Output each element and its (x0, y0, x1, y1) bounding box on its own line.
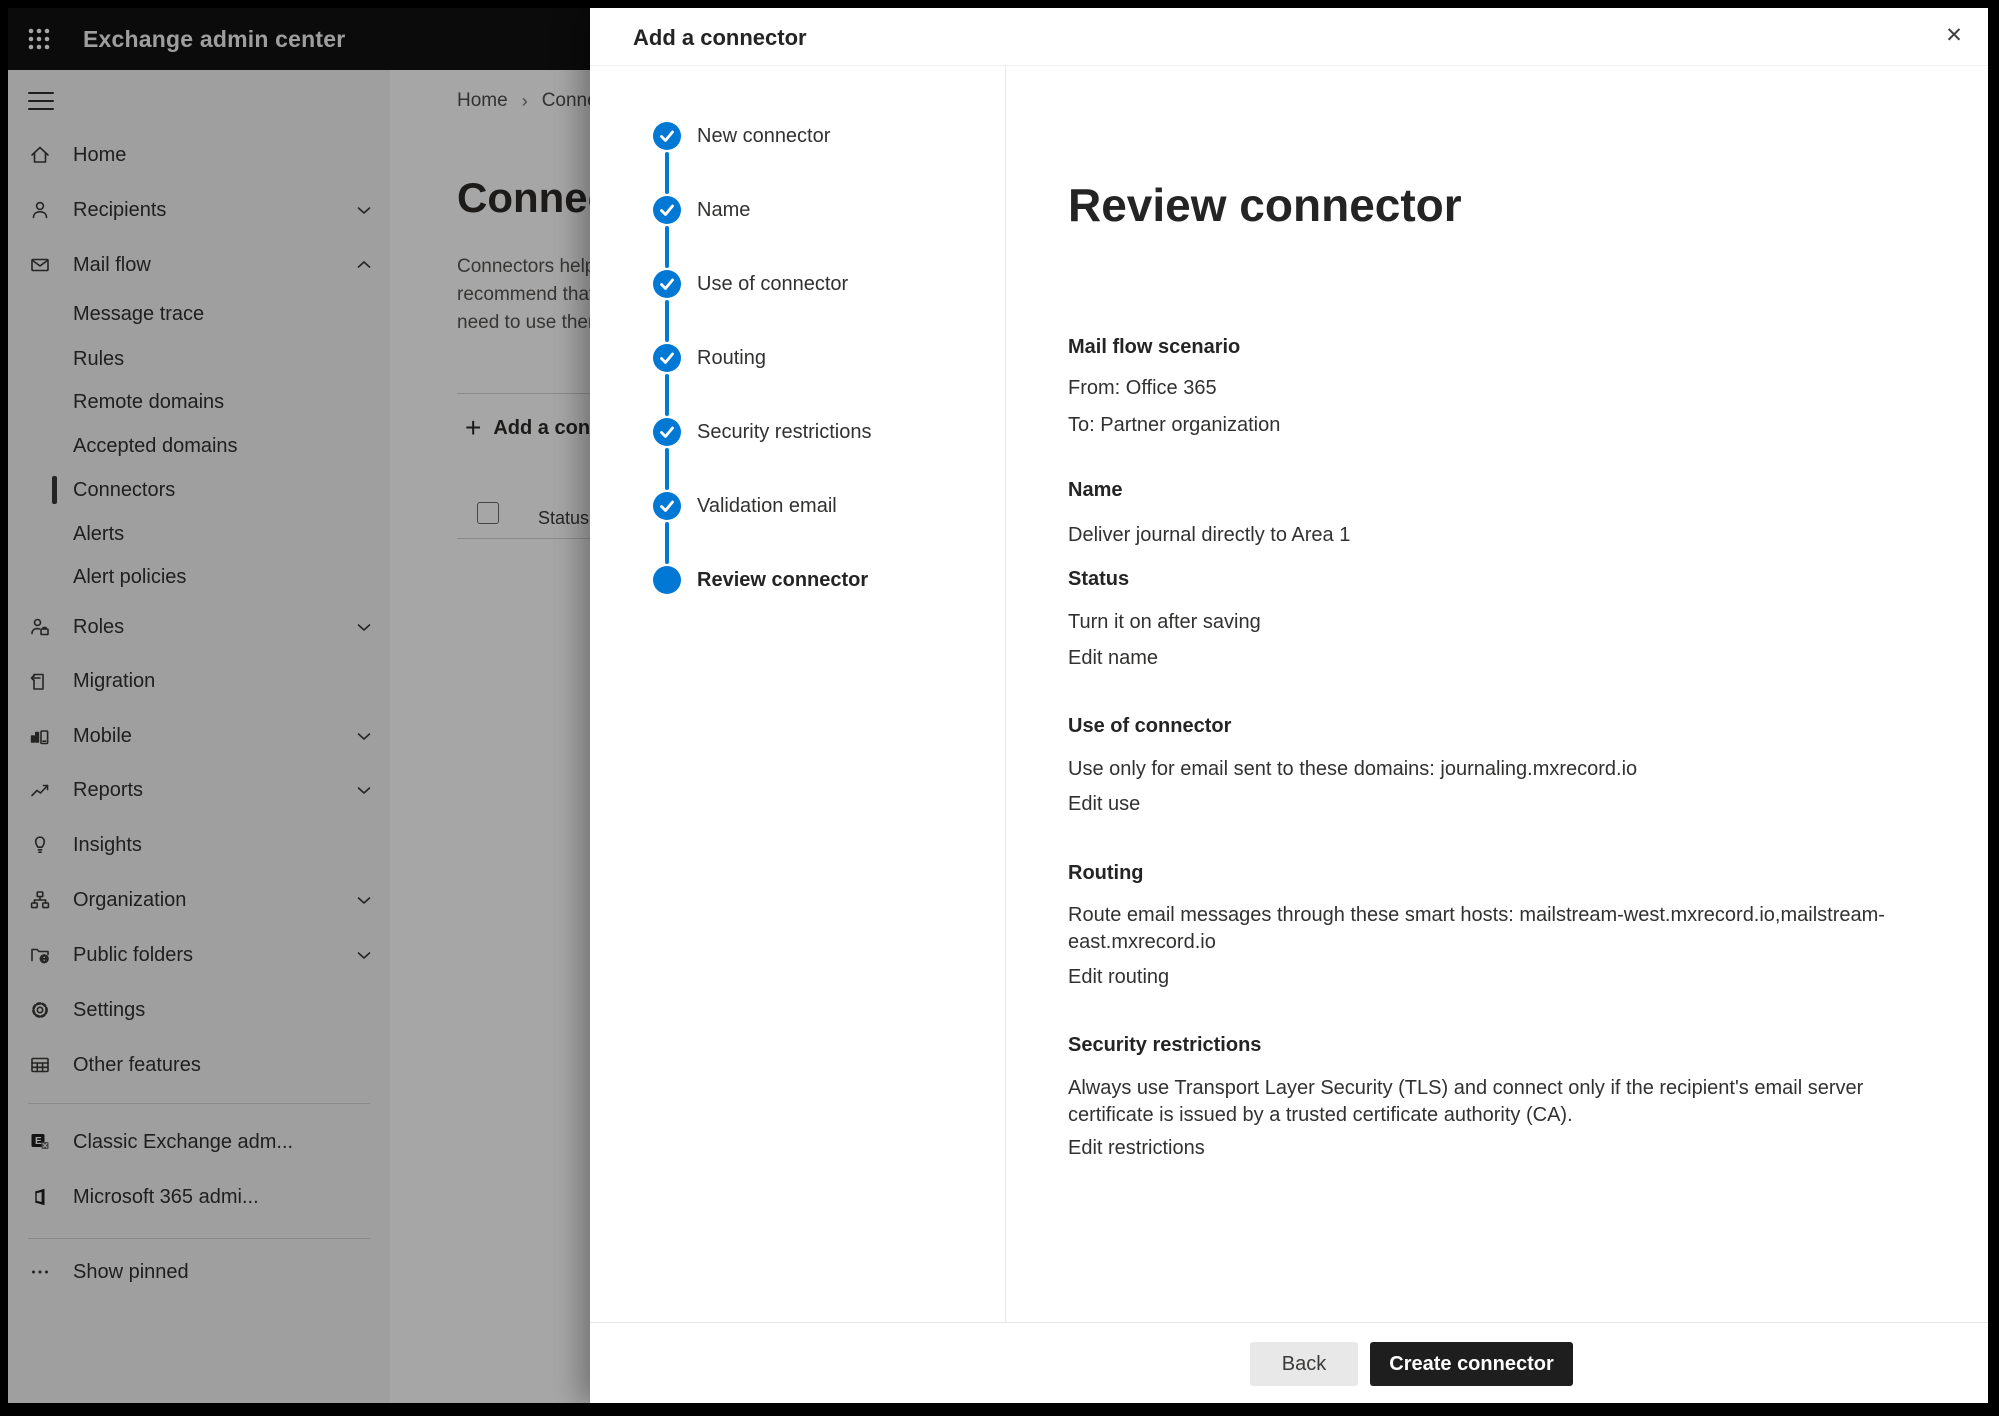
step-validation-email[interactable]: Validation email (653, 492, 837, 520)
panel-title: Add a connector (633, 25, 807, 51)
step-complete-icon (653, 418, 681, 446)
step-complete-icon (653, 344, 681, 372)
step-use-of-connector[interactable]: Use of connector (653, 270, 848, 298)
section-heading: Status (1068, 566, 1129, 593)
review-value: Route email messages through these smart… (1068, 902, 1885, 929)
panel-body: New connector Name Use of connector (590, 65, 1988, 1323)
panel-footer: Back Create connector (590, 1322, 1988, 1403)
section-heading: Name (1068, 477, 1122, 504)
review-title: Review connector (1068, 175, 1462, 235)
step-complete-icon (653, 196, 681, 224)
step-connector-line (665, 448, 669, 490)
step-connector-line (665, 152, 669, 194)
edit-routing-link[interactable]: Edit routing (1068, 964, 1169, 991)
review-value: certificate is issued by a trusted certi… (1068, 1102, 1573, 1129)
add-connector-panel: Add a connector ✕ New connector Name (590, 8, 1988, 1403)
review-content: Review connector Mail flow scenario From… (1068, 65, 1928, 1323)
step-review-connector[interactable]: Review connector (653, 566, 868, 594)
step-new-connector[interactable]: New connector (653, 122, 830, 150)
review-value: Always use Transport Layer Security (TLS… (1068, 1075, 1863, 1102)
step-complete-icon (653, 122, 681, 150)
wizard-steps: New connector Name Use of connector (590, 65, 1006, 1323)
edit-restrictions-link[interactable]: Edit restrictions (1068, 1135, 1205, 1162)
edit-name-link[interactable]: Edit name (1068, 645, 1158, 672)
section-heading: Routing (1068, 860, 1144, 887)
section-heading: Mail flow scenario (1068, 334, 1240, 361)
create-connector-button[interactable]: Create connector (1370, 1342, 1573, 1386)
step-connector-line (665, 226, 669, 268)
step-connector-line (665, 374, 669, 416)
step-connector-line (665, 300, 669, 342)
review-value: Use only for email sent to these domains… (1068, 756, 1637, 783)
panel-header: Add a connector ✕ (590, 8, 1988, 66)
screen: Exchange admin center Home Recipients Ma… (8, 8, 1988, 1403)
close-icon[interactable]: ✕ (1940, 22, 1968, 50)
review-value: From: Office 365 (1068, 375, 1217, 402)
step-complete-icon (653, 492, 681, 520)
section-heading: Use of connector (1068, 713, 1231, 740)
review-value: east.mxrecord.io (1068, 929, 1216, 956)
step-name[interactable]: Name (653, 196, 750, 224)
section-heading: Security restrictions (1068, 1032, 1261, 1059)
edit-use-link[interactable]: Edit use (1068, 791, 1140, 818)
step-current-icon (653, 566, 681, 594)
review-value: Deliver journal directly to Area 1 (1068, 522, 1350, 549)
step-connector-line (665, 522, 669, 564)
step-routing[interactable]: Routing (653, 344, 766, 372)
back-button[interactable]: Back (1250, 1342, 1358, 1386)
step-complete-icon (653, 270, 681, 298)
step-security-restrictions[interactable]: Security restrictions (653, 418, 872, 446)
review-value: Turn it on after saving (1068, 609, 1261, 636)
review-value: To: Partner organization (1068, 412, 1280, 439)
